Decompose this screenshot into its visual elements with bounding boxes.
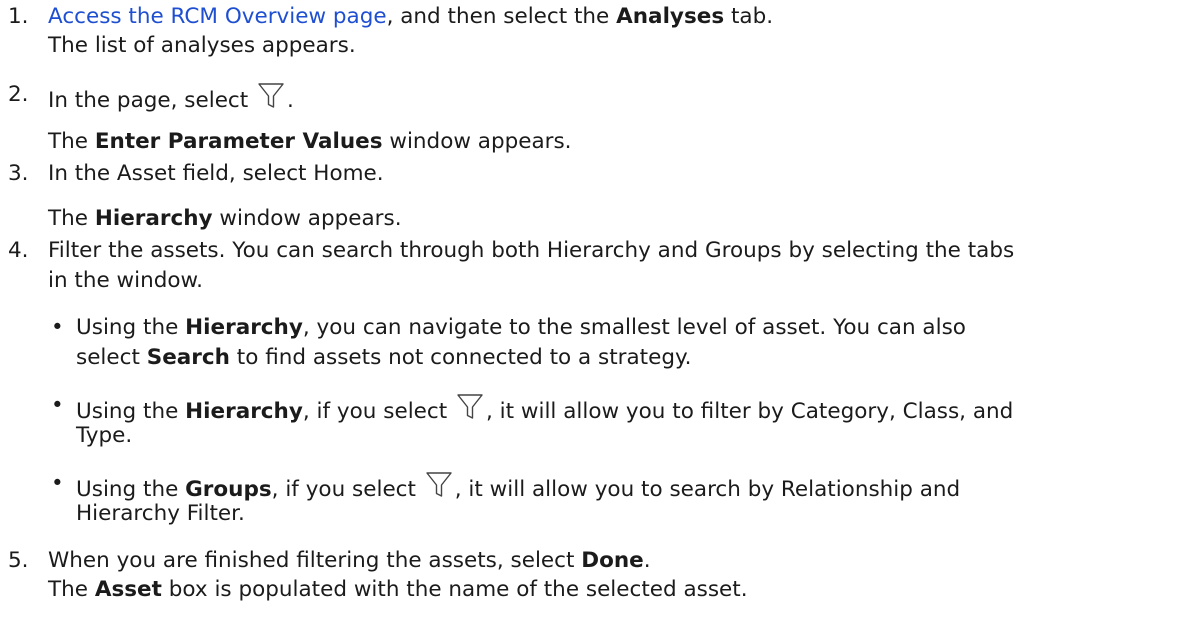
step-5-number: 5. bbox=[8, 548, 29, 573]
step-3-result: The Hierarchy window appears. bbox=[48, 206, 402, 231]
filter-funnel-icon bbox=[256, 80, 286, 110]
search-label: Search bbox=[146, 345, 230, 370]
step-1-instruction: Access the RCM Overview page, and then s… bbox=[48, 4, 774, 29]
filter-funnel-icon bbox=[455, 391, 485, 421]
step-3-instruction: In the Asset field, select Home. bbox=[48, 161, 384, 186]
filter-funnel-icon bbox=[424, 469, 454, 499]
rcm-overview-link[interactable]: Access the RCM Overview page bbox=[48, 4, 387, 29]
bullet-3-line-2: Hierarchy Filter. bbox=[76, 501, 245, 526]
bullet-marker: • bbox=[51, 471, 64, 496]
procedure-document: 1. Access the RCM Overview page, and the… bbox=[0, 0, 1192, 632]
analyses-tab-label: Analyses bbox=[616, 4, 725, 29]
step-4-number: 4. bbox=[8, 238, 29, 263]
bullet-marker: • bbox=[51, 393, 64, 418]
step-2-number: 2. bbox=[8, 82, 29, 107]
asset-box-label: Asset bbox=[94, 577, 162, 602]
bullet-marker: • bbox=[51, 315, 64, 340]
step-1-result: The list of analyses appears. bbox=[48, 33, 356, 58]
step-5-result: The Asset box is populated with the name… bbox=[48, 577, 748, 602]
bullet-1-line-2: select Search to find assets not connect… bbox=[76, 345, 692, 370]
hierarchy-window-label: Hierarchy bbox=[94, 206, 213, 231]
step-4-instruction-line-1: Filter the assets. You can search throug… bbox=[48, 238, 1015, 263]
done-label: Done bbox=[581, 548, 644, 573]
bullet-1-line-1: Using the Hierarchy, you can navigate to… bbox=[76, 315, 966, 340]
step-2-result: The Enter Parameter Values window appear… bbox=[48, 129, 572, 154]
step-5-instruction: When you are finished filtering the asse… bbox=[48, 548, 651, 573]
step-3-number: 3. bbox=[8, 161, 29, 186]
step-1-number: 1. bbox=[8, 4, 29, 29]
bullet-2-line-1: Using the Hierarchy, if you select , it … bbox=[76, 391, 1013, 426]
bullet-2-line-2: Type. bbox=[76, 423, 133, 448]
step-2-instruction: In the page, select . bbox=[48, 80, 294, 115]
enter-parameter-values-label: Enter Parameter Values bbox=[94, 129, 383, 154]
step-4-instruction-line-2: in the window. bbox=[48, 268, 203, 293]
